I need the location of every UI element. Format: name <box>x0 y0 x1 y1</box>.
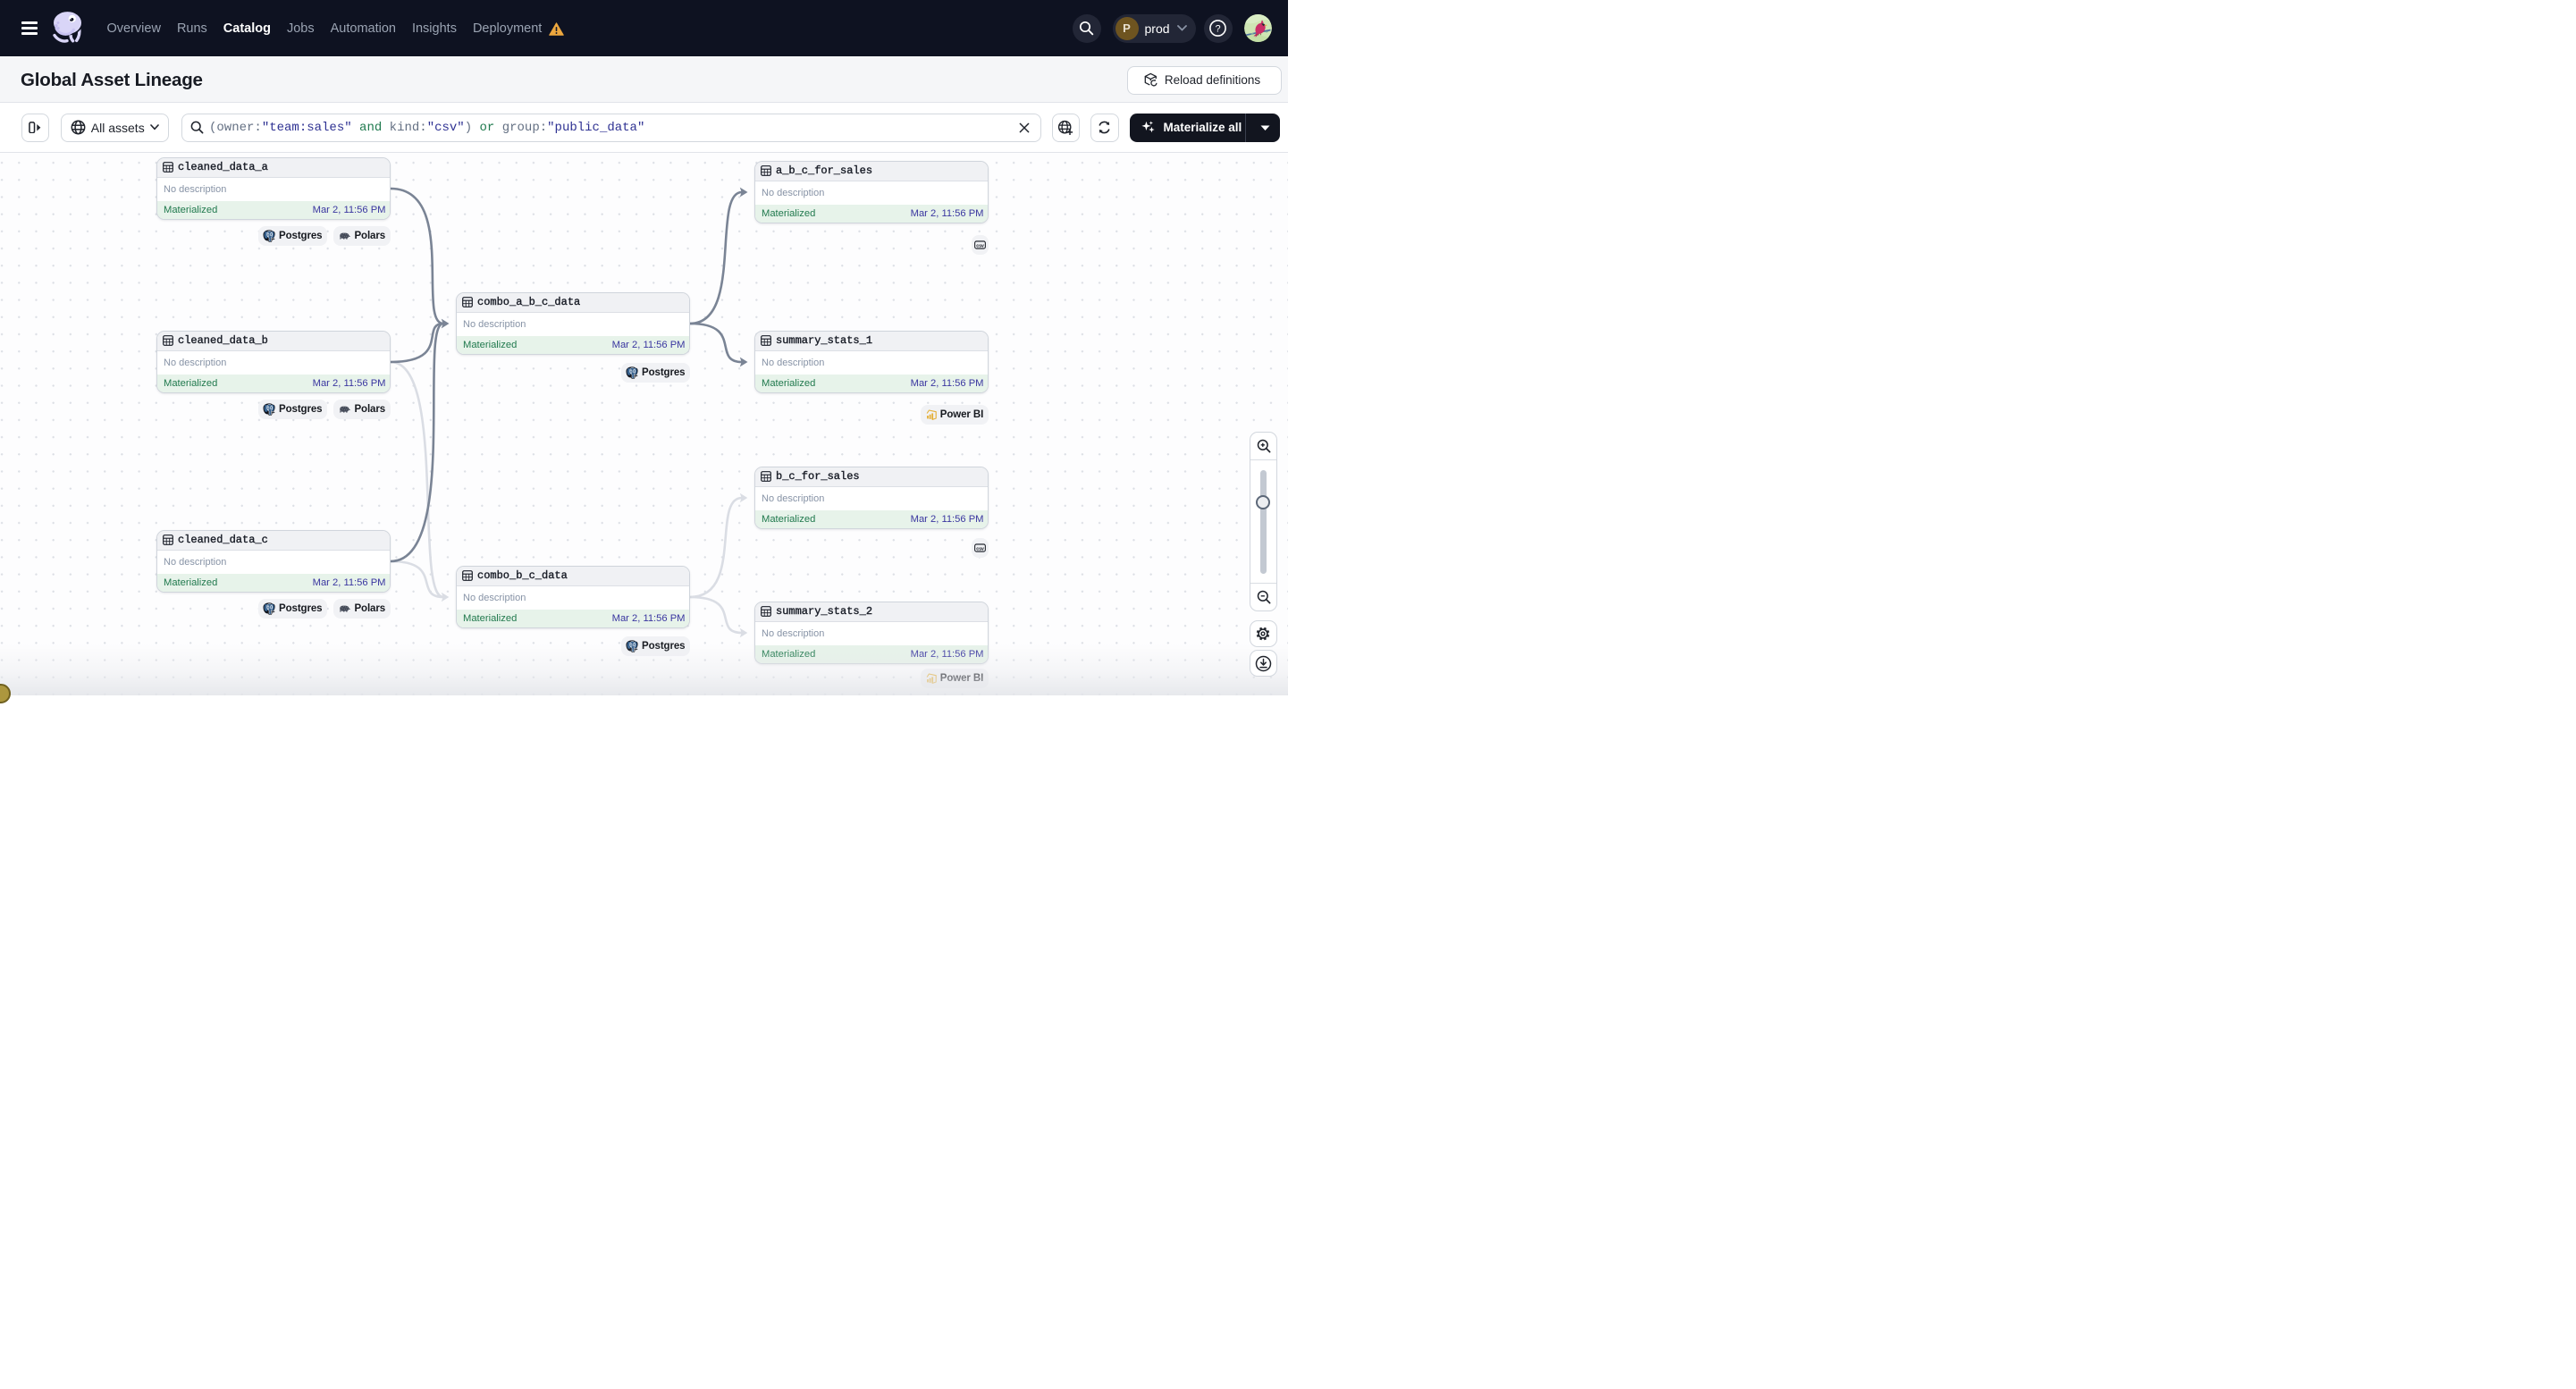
svg-text:?: ? <box>1215 23 1220 34</box>
